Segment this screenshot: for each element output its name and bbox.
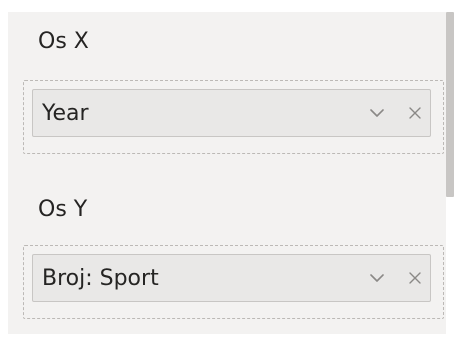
x-axis-field-name: Year — [42, 101, 89, 126]
close-icon[interactable] — [407, 270, 423, 286]
x-axis-dropzone[interactable]: Year — [23, 80, 444, 154]
y-axis-field-pill[interactable]: Broj: Sport — [32, 254, 431, 302]
chevron-down-icon[interactable] — [368, 104, 386, 122]
scrollbar-thumb[interactable] — [446, 12, 454, 197]
close-icon[interactable] — [407, 105, 423, 121]
y-axis-label: Os Y — [38, 197, 88, 222]
x-axis-field-pill[interactable]: Year — [32, 89, 431, 137]
chevron-down-icon[interactable] — [368, 269, 386, 287]
y-axis-field-name: Broj: Sport — [42, 266, 159, 291]
x-axis-label: Os X — [38, 29, 89, 54]
y-axis-dropzone[interactable]: Broj: Sport — [23, 245, 444, 319]
